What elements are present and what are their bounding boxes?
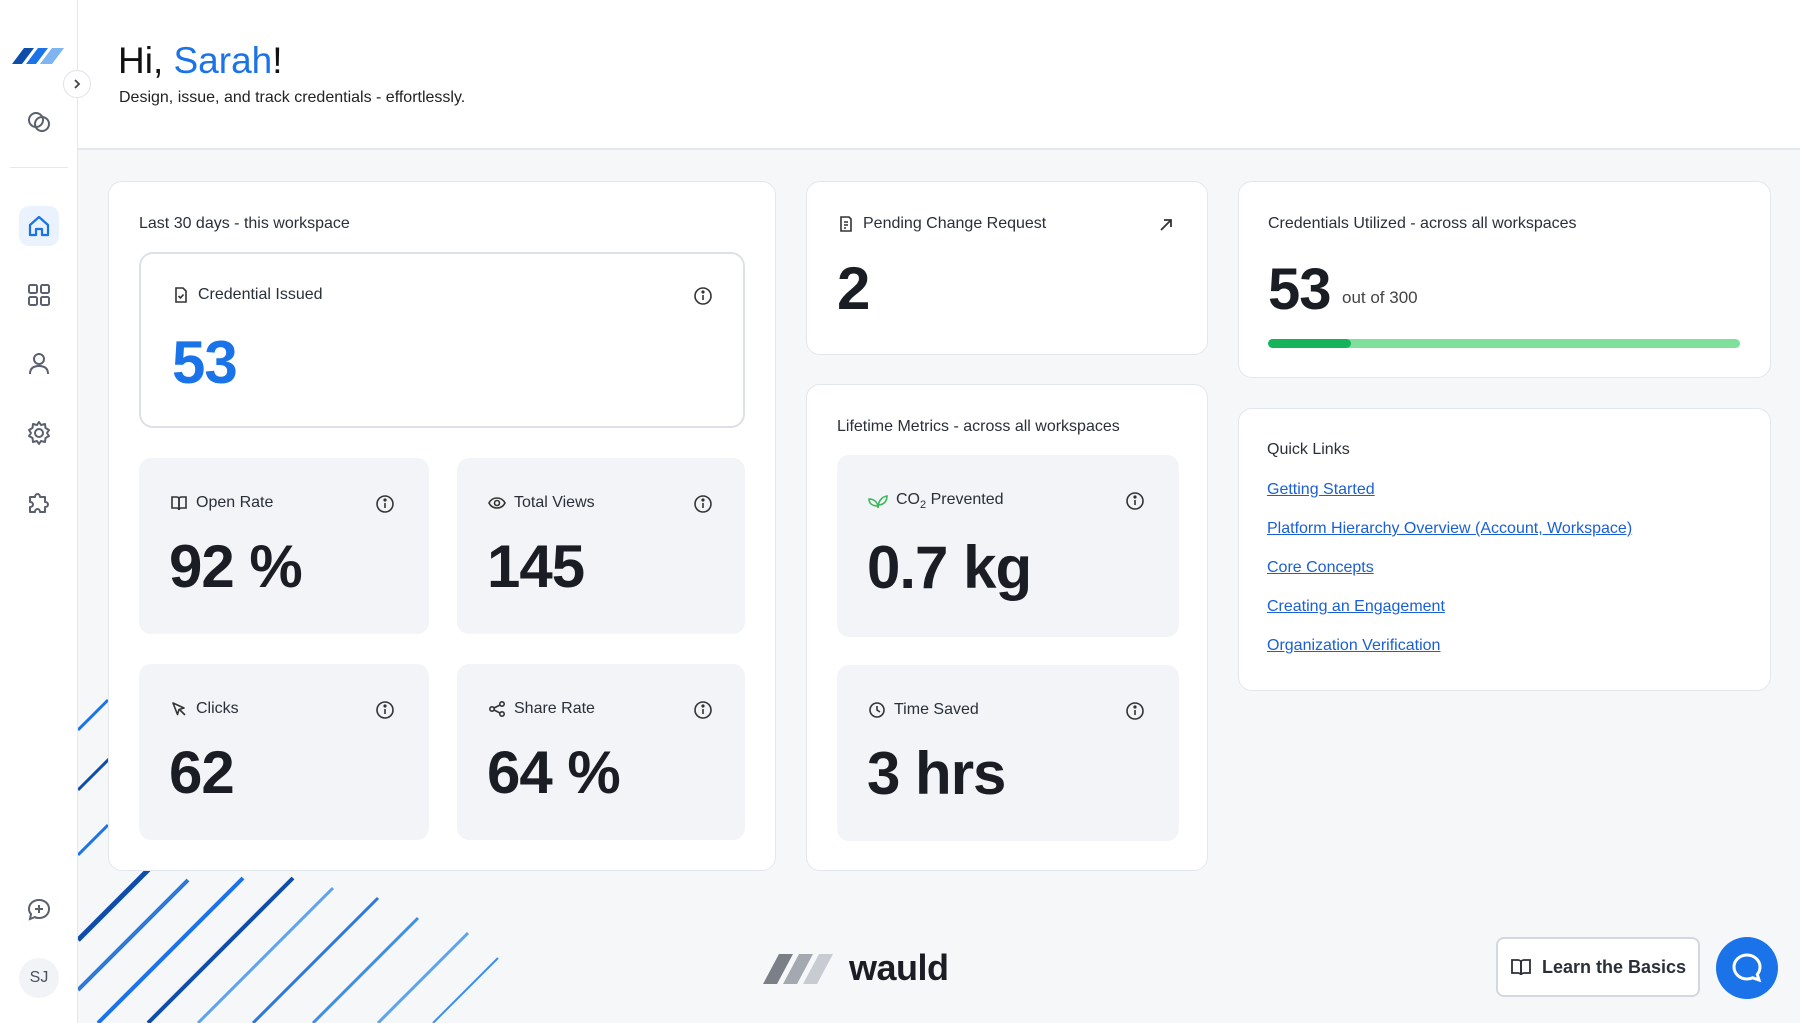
brand-name: wauld [849,947,949,988]
eye-icon [488,497,506,509]
footer-brand-logo: wauld [763,947,949,989]
sidebar-collapse-button[interactable] [63,70,91,98]
credentials-progress-fill [1268,339,1352,348]
sidebar-item-integrations[interactable] [19,482,59,522]
greeting-prefix: Hi, [118,40,174,81]
pending-change-card[interactable]: Pending Change Request 2 [806,181,1208,355]
workspace-stats-card: Last 30 days - this workspace Credential… [108,181,776,871]
open-rate-value: 92 % [169,533,303,600]
total-views-value: 145 [487,533,585,600]
tagline: Design, issue, and track credentials - e… [119,89,466,106]
avatar-initials: SJ [29,969,49,986]
arrow-up-right-icon[interactable] [1157,216,1175,234]
lifetime-metrics-card: Lifetime Metrics - across all workspaces… [806,384,1208,871]
share-icon [488,700,506,718]
co2-prevented-tile: CO2 Prevented 0.7 kg [837,455,1179,637]
info-icon[interactable] [1125,491,1145,511]
total-views-label: Total Views [514,494,595,511]
user-icon [29,353,49,375]
share-rate-tile: Share Rate 64 % [457,664,745,840]
app-logo[interactable] [12,44,64,70]
user-name: Sarah [173,40,273,81]
clicks-tile: Clicks 62 [139,664,429,840]
grid-icon [28,284,50,306]
info-icon[interactable] [375,700,395,720]
lifetime-metrics-label: Lifetime Metrics - across all workspaces [837,418,1120,435]
workspace-stats-label: Last 30 days - this workspace [139,215,350,232]
chevron-right-icon [74,79,81,89]
sidebar-item-users[interactable] [19,344,59,384]
total-views-tile: Total Views 145 [457,458,745,634]
credential-issued-label: Credential Issued [198,286,323,303]
clicks-label: Clicks [196,700,239,717]
page-header: Hi, Sarah! Design, issue, and track cred… [78,0,1800,150]
leaf-icon [868,495,888,509]
gear-icon [28,421,50,445]
sidebar-item-home[interactable] [19,206,59,246]
page-title: Hi, Sarah! [118,40,283,82]
credential-issued-tile: Credential Issued 53 [139,252,745,428]
time-saved-label: Time Saved [894,701,979,718]
time-saved-value: 3 hrs [867,740,1006,807]
clicks-value: 62 [169,739,235,806]
quick-link-core-concepts[interactable]: Core Concepts [1267,559,1374,577]
info-icon[interactable] [693,700,713,720]
quick-link-organization-verification[interactable]: Organization Verification [1267,637,1440,655]
co2-value: 0.7 kg [867,534,1032,601]
puzzle-icon [29,493,49,513]
share-rate-value: 64 % [487,739,621,806]
time-saved-tile: Time Saved 3 hrs [837,665,1179,841]
workspaces-icon[interactable] [19,102,59,142]
info-icon[interactable] [693,494,713,514]
credentials-progress-bar [1268,339,1740,348]
quick-links-card: Quick Links Getting Started Platform Hie… [1238,408,1771,691]
co2-label: CO2 Prevented [896,491,1004,511]
open-rate-tile: Open Rate 92 % [139,458,429,634]
home-icon [28,215,50,237]
chat-support-button[interactable] [1716,937,1778,999]
info-icon[interactable] [693,286,713,306]
open-rate-label: Open Rate [196,494,274,511]
book-open-icon [171,496,187,511]
sidebar-item-settings[interactable] [19,413,59,453]
credentials-total-text: out of 300 [1342,288,1418,307]
credential-issued-value: 53 [172,329,238,396]
share-rate-label: Share Rate [514,700,595,717]
clock-icon [869,702,885,718]
chat-plus-icon [27,898,51,921]
book-open-icon [1511,959,1531,976]
quick-link-platform-hierarchy[interactable]: Platform Hierarchy Overview (Account, Wo… [1267,520,1632,538]
credentials-utilized-label: Credentials Utilized - across all worksp… [1268,215,1577,232]
document-check-icon [175,287,187,303]
chat-bubble-icon [1732,953,1762,983]
feedback-button[interactable] [19,890,59,930]
info-icon[interactable] [375,494,395,514]
sidebar-divider [10,167,68,168]
sidebar: SJ [0,0,78,1023]
avatar[interactable]: SJ [19,958,59,998]
learn-the-basics-button[interactable]: Learn the Basics [1496,937,1700,997]
quick-link-creating-engagement[interactable]: Creating an Engagement [1267,598,1445,616]
co2-label-prefix: CO [896,491,920,508]
greeting-suffix: ! [272,40,283,81]
pending-change-value: 2 [837,255,870,322]
credentials-utilized-card: Credentials Utilized - across all worksp… [1238,181,1771,378]
document-edit-icon [840,216,852,232]
pending-change-label: Pending Change Request [863,215,1047,232]
cursor-click-icon [172,702,186,716]
learn-the-basics-label: Learn the Basics [1541,956,1687,977]
info-icon[interactable] [1125,701,1145,721]
sidebar-item-dashboard[interactable] [19,275,59,315]
credentials-used-value: 53 [1268,257,1332,322]
co2-label-suffix: Prevented [926,491,1004,508]
brand-mark-icon [763,954,833,984]
quick-links-title: Quick Links [1267,441,1350,458]
quick-link-getting-started[interactable]: Getting Started [1267,481,1375,499]
